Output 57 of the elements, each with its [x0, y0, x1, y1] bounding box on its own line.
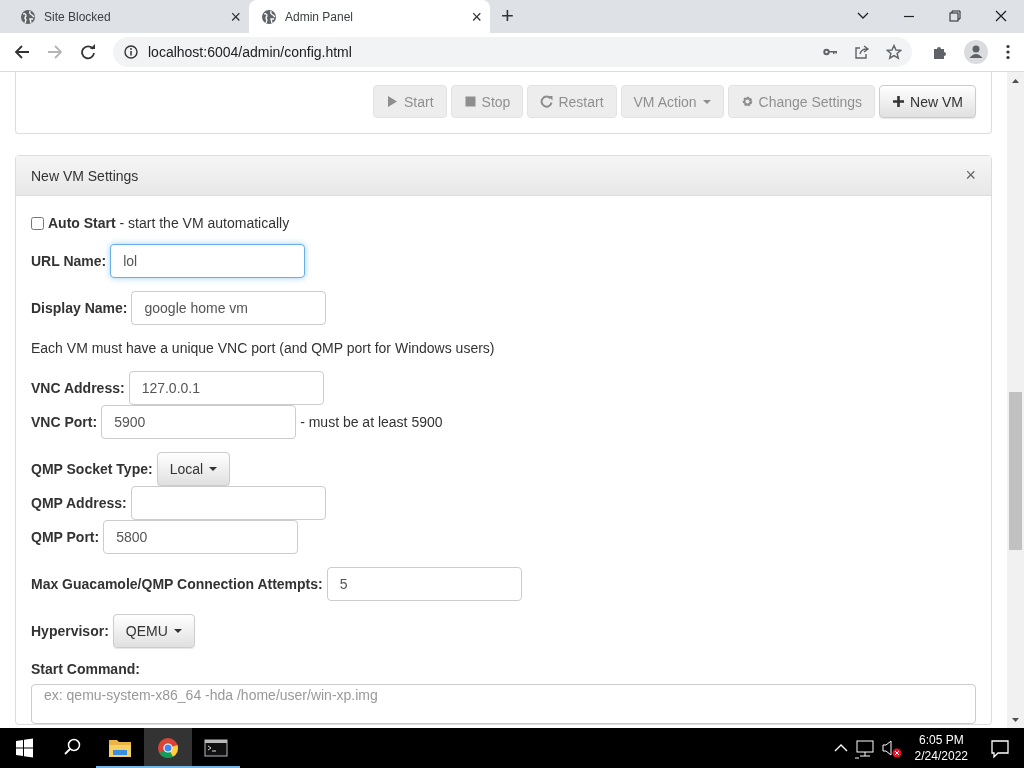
checkbox[interactable] — [31, 216, 44, 230]
auto-start-label: Auto Start - start the VM automatically — [48, 215, 290, 231]
toolbar-button[interactable]: New VM — [879, 85, 976, 118]
field-label: QMP Socket Type: — [31, 461, 153, 477]
close-tab-button[interactable]: × — [471, 8, 482, 25]
clock-time: 6:05 PM — [918, 732, 964, 748]
play-icon — [386, 95, 399, 108]
text-field[interactable]: lol — [110, 244, 306, 278]
share-icon[interactable] — [854, 44, 870, 60]
caret-icon — [173, 629, 182, 633]
browser-icon[interactable] — [144, 728, 192, 768]
field-label: Max Guacamole/QMP Connection Attempts: — [31, 576, 323, 592]
scrollbar-thumb[interactable] — [1009, 392, 1022, 550]
browser-tab[interactable]: Site Blocked × — [8, 0, 249, 33]
profile-icon[interactable] — [964, 40, 988, 64]
dropdown-button[interactable]: Local — [156, 452, 231, 486]
new-tab-button[interactable]: + — [501, 5, 514, 27]
globe-icon — [261, 8, 277, 25]
panel-title: New VM Settings — [31, 167, 139, 184]
scrollbar[interactable] — [1007, 72, 1024, 728]
gear-icon — [740, 95, 754, 108]
text-field[interactable]: 5800 — [103, 520, 299, 554]
text-field[interactable]: 5 — [326, 567, 522, 601]
reload-icon[interactable] — [80, 44, 96, 60]
caret-icon — [702, 99, 711, 104]
address-bar[interactable]: localhost:6004/admin/config.html — [113, 37, 912, 67]
field-label: Start Command: — [31, 661, 140, 677]
more-options-icon[interactable] — [1006, 44, 1010, 60]
text-field[interactable]: 127.0.0.1 — [128, 371, 324, 405]
text-field[interactable]: 5900 — [101, 405, 297, 439]
back-arrow-icon[interactable] — [14, 44, 30, 60]
refresh-icon — [540, 95, 554, 108]
close-tab-button[interactable]: × — [230, 8, 241, 25]
stop-icon — [463, 95, 477, 108]
dropdown-button[interactable]: QEMU — [112, 614, 195, 648]
clock-date: 2/24/2022 — [914, 748, 968, 764]
globe-icon — [20, 8, 36, 25]
hint-text: - must be at least 5900 — [300, 414, 443, 430]
star-icon[interactable] — [886, 44, 902, 60]
info-icon[interactable] — [124, 45, 138, 59]
puzzle-icon[interactable] — [932, 44, 948, 60]
field-label: QMP Address: — [31, 495, 127, 511]
field-label: Display Name: — [31, 300, 128, 316]
close-button[interactable]: × — [965, 165, 976, 186]
field-label: Hypervisor: — [31, 623, 109, 639]
field-label: URL Name: — [31, 253, 107, 269]
command-field[interactable]: ex: qemu-system-x86_64 -hda /home/user/win-xp.img — [31, 684, 976, 724]
text-field[interactable] — [130, 486, 326, 520]
info-text: Each VM must have a unique VNC port (and QMP port for Windows users) — [31, 339, 496, 358]
url-text: localhost:6004/admin/config.html — [148, 44, 352, 60]
field-label: VNC Address: — [31, 380, 125, 396]
caret-icon — [209, 467, 218, 471]
browser-tab[interactable]: Admin Panel × — [249, 0, 490, 33]
text-field[interactable]: google home vm — [131, 291, 327, 325]
plus-icon — [892, 95, 906, 108]
field-label: VNC Port: — [31, 414, 98, 430]
field-label: QMP Port: — [31, 529, 100, 545]
